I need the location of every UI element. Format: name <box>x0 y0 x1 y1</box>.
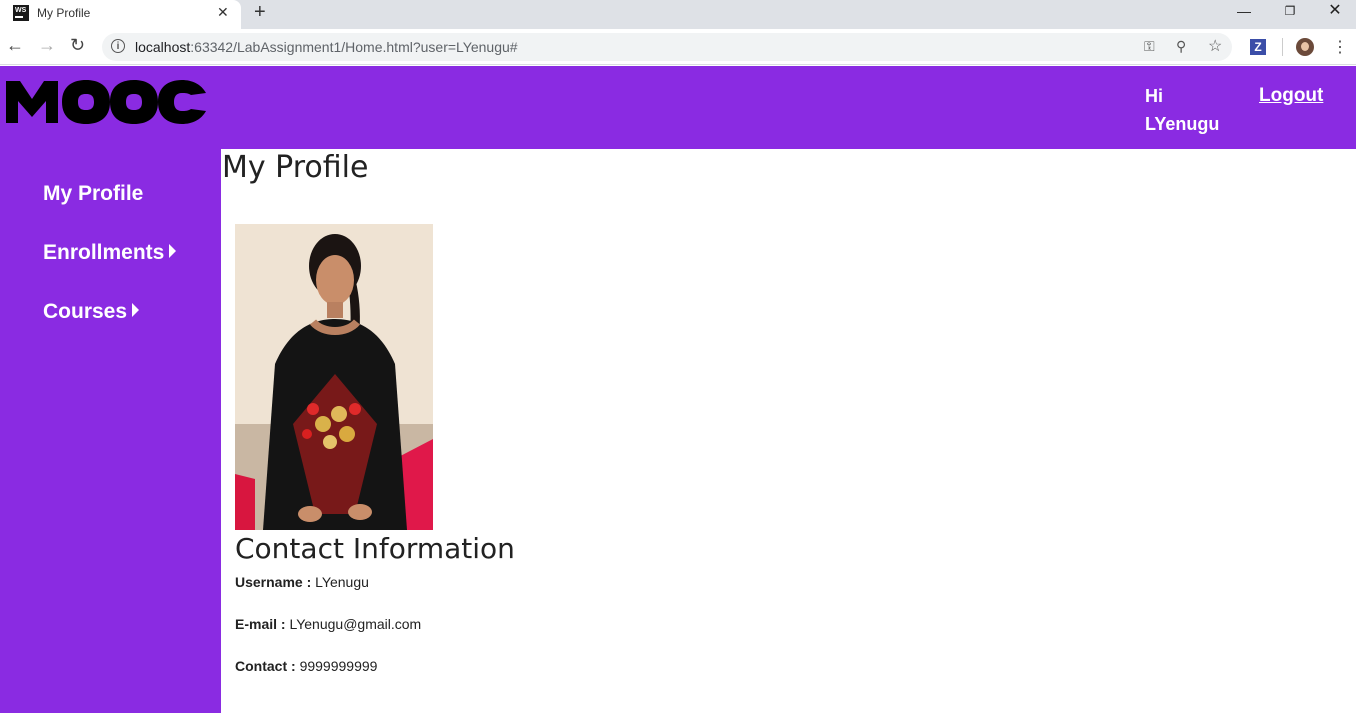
browser-tab[interactable]: WS My Profile ✕ <box>0 0 241 29</box>
url-text[interactable]: localhost:63342/LabAssignment1/Home.html… <box>135 39 518 55</box>
browser-menu-icon[interactable]: ⋮ <box>1332 37 1348 57</box>
webstorm-favicon-icon: WS <box>13 5 29 21</box>
field-label: Username : <box>235 574 312 590</box>
profile-avatar-icon[interactable] <box>1296 38 1314 56</box>
caret-right-icon <box>132 303 140 317</box>
restore-window-icon[interactable]: ❐ <box>1267 0 1313 29</box>
field-label: E-mail : <box>235 616 286 632</box>
site-info-icon[interactable]: i <box>111 39 125 53</box>
zoom-icon[interactable]: ⚲ <box>1176 38 1186 55</box>
greeting-username: LYenugu <box>1145 114 1220 134</box>
contact-field: Contact : 9999999999 <box>235 658 377 674</box>
sidebar-item-courses[interactable]: Courses <box>43 300 140 324</box>
zotero-extension-icon[interactable]: Z <box>1250 39 1266 55</box>
browser-tab-strip: WS My Profile ✕ + — ❐ ✕ <box>0 0 1356 29</box>
email-field: E-mail : LYenugu@gmail.com <box>235 616 421 632</box>
key-icon[interactable]: ⚿ <box>1144 38 1155 55</box>
browser-toolbar: ← → ↻ i localhost:63342/LabAssignment1/H… <box>0 29 1356 65</box>
url-path: :63342/LabAssignment1/Home.html?user=LYe… <box>190 39 518 55</box>
sidebar-item-label: Courses <box>43 300 128 323</box>
caret-right-icon <box>169 244 177 258</box>
forward-arrow-icon[interactable]: → <box>38 35 56 56</box>
page-title: My Profile <box>222 150 369 185</box>
sidebar-item-enrollments[interactable]: Enrollments <box>43 241 177 265</box>
address-bar[interactable]: i localhost:63342/LabAssignment1/Home.ht… <box>102 33 1232 61</box>
minimize-window-icon[interactable]: — <box>1221 0 1267 29</box>
contact-information-heading: Contact Information <box>235 532 515 565</box>
bookmark-star-icon[interactable]: ☆ <box>1208 36 1222 56</box>
tab-title: My Profile <box>37 6 91 20</box>
mooc-logo[interactable] <box>6 79 207 125</box>
sidebar-item-my-profile[interactable]: My Profile <box>43 182 143 206</box>
url-host: localhost <box>135 39 191 55</box>
toolbar-divider <box>1282 38 1283 56</box>
logout-link[interactable]: Logout <box>1259 82 1323 110</box>
sidebar-item-label: My Profile <box>43 182 144 205</box>
profile-photo <box>235 224 433 530</box>
new-tab-icon[interactable]: + <box>254 1 266 24</box>
field-value: LYenugu <box>315 574 369 590</box>
back-arrow-icon[interactable]: ← <box>6 35 24 56</box>
greeting-hi: Hi <box>1145 86 1163 106</box>
field-label: Contact : <box>235 658 296 674</box>
field-value: 9999999999 <box>299 658 378 674</box>
close-window-icon[interactable]: ✕ <box>1312 0 1356 29</box>
sidebar: My Profile Enrollments Courses <box>0 149 221 713</box>
sidebar-item-label: Enrollments <box>43 241 165 264</box>
username-field: Username : LYenugu <box>235 574 369 590</box>
close-tab-icon[interactable]: ✕ <box>217 4 229 21</box>
user-greeting: Hi LYenugu <box>1145 82 1240 138</box>
reload-icon[interactable]: ↻ <box>70 35 85 56</box>
field-value: LYenugu@gmail.com <box>289 616 422 632</box>
site-header: Hi LYenugu Logout <box>0 66 1356 149</box>
